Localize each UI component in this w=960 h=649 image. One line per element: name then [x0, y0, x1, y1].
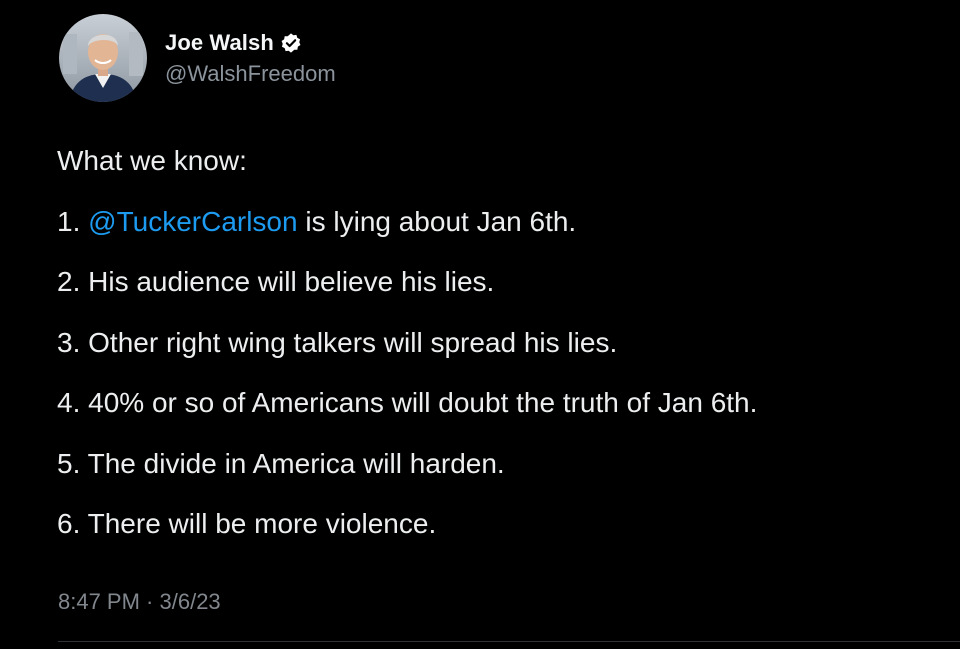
author-handle[interactable]: @WalshFreedom: [165, 61, 336, 87]
list-item: 3. Other right wing talkers will spread …: [57, 326, 757, 358]
item-text: The divide in America will harden.: [87, 447, 505, 479]
avatar[interactable]: [59, 14, 147, 102]
timestamp-separator: ·: [139, 589, 160, 614]
verified-badge-icon: [280, 32, 302, 54]
list-item: 6. There will be more violence.: [57, 509, 757, 539]
item-number: 6.: [57, 508, 88, 539]
item-text: Other right wing talkers will spread his…: [88, 326, 618, 358]
tweet-header: Joe Walsh @WalshFreedom: [59, 14, 336, 102]
mention-link[interactable]: @TuckerCarlson: [88, 206, 297, 237]
avatar-photo: [59, 14, 147, 102]
list-item: 4. 40% or so of Americans will doubt the…: [57, 388, 757, 418]
item-text: 40% or so of Americans will doubt the tr…: [88, 387, 758, 418]
tweet-intro: What we know:: [57, 145, 247, 176]
list-item: 5. The divide in America will harden.: [57, 447, 757, 479]
item-text: There will be more violence.: [87, 508, 437, 539]
divider: [58, 641, 960, 642]
display-name[interactable]: Joe Walsh: [165, 30, 274, 56]
tweet-time[interactable]: 8:47 PM: [58, 589, 140, 614]
tweet-text: What we know: 1. @TuckerCarlson is lying…: [57, 146, 757, 570]
item-number: 4.: [57, 387, 89, 418]
tweet-timestamp: 8:47 PM · 3/6/23: [58, 589, 221, 615]
author-names: Joe Walsh @WalshFreedom: [165, 30, 336, 87]
list-item: 2. His audience will believe his lies.: [57, 267, 757, 297]
name-row: Joe Walsh: [165, 30, 336, 56]
item-number: 3.: [57, 326, 89, 358]
item-number: 1.: [57, 205, 89, 237]
item-number: 5.: [57, 447, 88, 479]
item-text: is lying about Jan 6th.: [297, 205, 577, 237]
list-item: 1. @TuckerCarlson is lying about Jan 6th…: [57, 205, 757, 237]
item-text: His audience will believe his lies.: [88, 266, 495, 297]
tweet-date[interactable]: 3/6/23: [160, 589, 221, 614]
item-number: 2.: [57, 266, 89, 297]
tweet: Joe Walsh @WalshFreedom What we know: 1.…: [0, 0, 960, 649]
